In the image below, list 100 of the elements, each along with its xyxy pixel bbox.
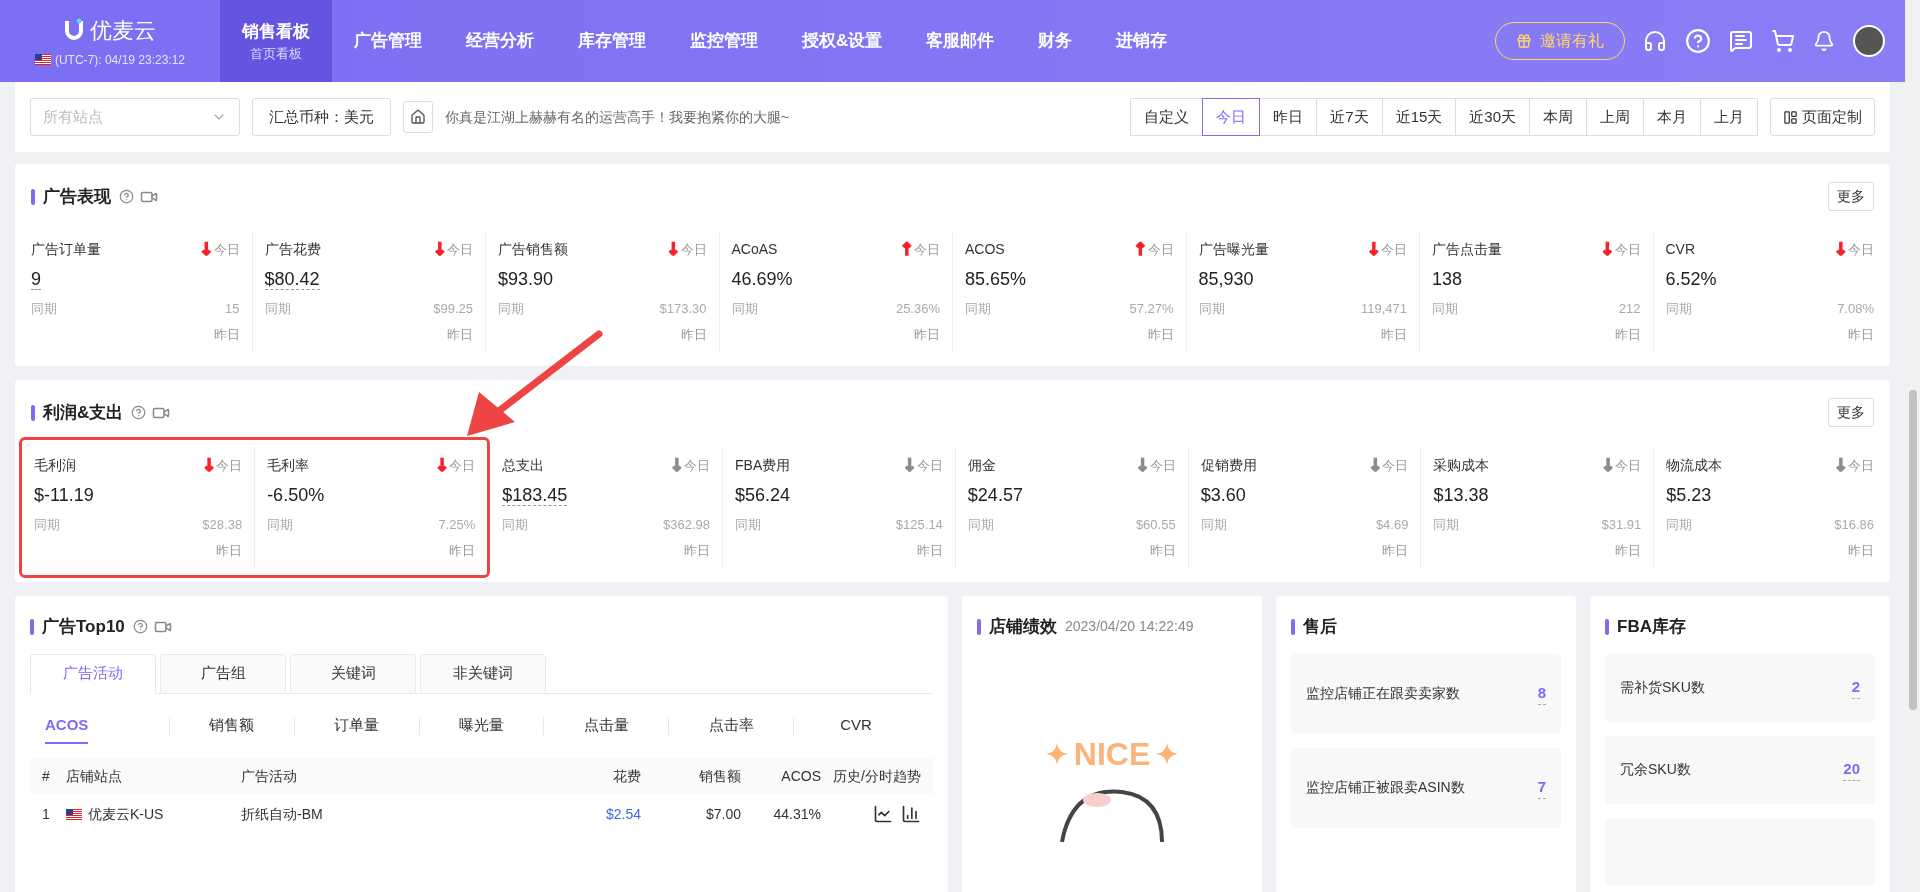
nav-tab[interactable]: 客服邮件 xyxy=(904,0,1017,82)
help-icon[interactable] xyxy=(131,405,147,420)
trend-arrow: ↓ xyxy=(1368,457,1383,474)
stat-label: 需补货SKU数 xyxy=(1620,678,1705,697)
compare-period: 昨日 xyxy=(1381,325,1407,344)
compare-value: $362.98 xyxy=(663,516,711,534)
metric-tab[interactable]: 点击量 xyxy=(583,707,629,744)
message-icon[interactable] xyxy=(1729,29,1753,53)
date-range-tab[interactable]: 今日 xyxy=(1202,98,1261,136)
table-tab[interactable]: 非关键词 xyxy=(420,653,546,694)
accent-bar xyxy=(31,188,35,205)
table-tab[interactable]: 广告组 xyxy=(160,653,286,694)
compare-value: $4.69 xyxy=(1375,516,1409,534)
accent-bar xyxy=(977,618,981,635)
nav-tab[interactable]: 库存管理 xyxy=(556,0,668,82)
metric-label: 广告销售额 xyxy=(498,240,568,259)
avatar[interactable] xyxy=(1853,25,1885,57)
nav-tab[interactable]: 经营分析 xyxy=(444,0,556,82)
us-flag-icon xyxy=(34,54,51,65)
stat-value[interactable]: 7 xyxy=(1537,775,1546,800)
date-range-tab[interactable]: 近30天 xyxy=(1455,98,1530,136)
stat-label: 冗余SKU数 xyxy=(1620,760,1691,779)
table-tab[interactable]: 广告活动 xyxy=(30,653,156,694)
period-label: 今日 xyxy=(1848,240,1874,259)
compare-period: 昨日 xyxy=(449,541,476,560)
metric-label: 毛利率 xyxy=(267,456,310,475)
stat-card[interactable]: 监控店铺正在跟卖卖家数 8 xyxy=(1291,653,1561,734)
trend-arrow: ↓ xyxy=(1601,457,1616,474)
scrollbar[interactable] xyxy=(1905,0,1920,892)
metric-tab[interactable]: 曝光量 xyxy=(459,707,504,744)
period-label: 今日 xyxy=(1614,240,1641,259)
stat-value[interactable]: 8 xyxy=(1537,681,1546,706)
nav-tab[interactable]: 授权&设置 xyxy=(780,0,905,82)
help-icon[interactable] xyxy=(132,619,148,635)
compare-value: $99.25 xyxy=(433,300,473,318)
date-range-tab[interactable]: 上周 xyxy=(1586,98,1644,136)
timezone-clock: (UTC-7): 04/19 23:23:12 xyxy=(54,51,186,69)
metric-label: 广告订单量 xyxy=(31,240,101,259)
date-range-tab[interactable]: 昨日 xyxy=(1259,98,1318,136)
trend-arrow: ↓ xyxy=(902,457,917,474)
metric-label: 促销费用 xyxy=(1200,456,1257,475)
compare-period: 昨日 xyxy=(1614,325,1641,344)
compare-value: $125.14 xyxy=(895,516,943,534)
compare-period: 昨日 xyxy=(213,325,240,344)
compare-label: 同期 xyxy=(1665,300,1692,318)
column-header: 销售额 xyxy=(698,766,741,786)
nav-tab[interactable]: 广告管理 xyxy=(332,0,444,82)
column-header: ACOS xyxy=(780,766,821,786)
compare-period: 昨日 xyxy=(1147,325,1174,344)
gift-icon xyxy=(1516,33,1532,49)
metric-tab[interactable]: 点击率 xyxy=(708,707,754,744)
compare-label: 同期 xyxy=(731,300,758,318)
stat-value[interactable]: 20 xyxy=(1843,757,1860,782)
stat-card[interactable]: 冗余SKU数 20 xyxy=(1605,735,1875,804)
nav-tab[interactable]: 监控管理 xyxy=(668,0,780,82)
metric-tab[interactable]: 销售额 xyxy=(209,707,255,744)
stat-value[interactable]: 2 xyxy=(1851,675,1860,700)
trend-arrow: ↓ xyxy=(432,241,447,258)
support-icon[interactable] xyxy=(1643,29,1667,53)
trend-arrow: ↓ xyxy=(1833,241,1848,258)
date-range-tab[interactable]: 近7天 xyxy=(1316,98,1383,136)
trend-arrow: ↓ xyxy=(1833,457,1849,474)
table-tab[interactable]: 关键词 xyxy=(290,653,416,694)
stat-card[interactable]: 需补货SKU数 2 xyxy=(1605,653,1875,722)
date-range-tab[interactable]: 上月 xyxy=(1700,98,1758,136)
nav-tab[interactable]: 财务 xyxy=(1016,0,1095,82)
nav-tab[interactable]: 销售看板 首页看板 xyxy=(220,0,332,82)
more-button[interactable]: 更多 xyxy=(1828,398,1874,427)
date-range-tab[interactable]: 本周 xyxy=(1529,98,1587,136)
trend-arrow: ↓ xyxy=(199,241,214,258)
date-range-tab[interactable]: 自定义 xyxy=(1130,98,1204,136)
column-header: 店铺站点 xyxy=(66,766,123,786)
metric-tab[interactable]: CVR xyxy=(840,707,872,744)
layout-icon xyxy=(1783,109,1798,125)
home-button[interactable] xyxy=(403,101,433,133)
period-label: 今日 xyxy=(447,240,473,259)
metric-tab[interactable]: ACOS xyxy=(45,707,89,744)
currency-button[interactable]: 汇总币种：美元 xyxy=(252,98,391,136)
metric-tab[interactable]: 订单量 xyxy=(334,707,380,744)
line-chart-icon[interactable] xyxy=(873,804,893,824)
date-range-tab[interactable]: 近15天 xyxy=(1381,98,1457,136)
nav-tab[interactable]: 进销存 xyxy=(1094,0,1190,82)
bell-icon[interactable] xyxy=(1813,30,1835,52)
customize-button[interactable]: 页面定制 xyxy=(1770,98,1875,136)
column-header: 花费 xyxy=(612,766,641,786)
table-cell-text: 1 xyxy=(42,804,51,824)
date-range-tab[interactable]: 本月 xyxy=(1643,98,1701,136)
sticker-text: NICE xyxy=(1073,734,1151,774)
table-cell-text: $7.00 xyxy=(704,804,741,824)
metric-label: 佣金 xyxy=(967,456,996,475)
cart-icon[interactable] xyxy=(1771,29,1795,53)
more-button[interactable]: 更多 xyxy=(1828,182,1874,211)
metric-label: 广告点击量 xyxy=(1432,240,1502,259)
help-icon[interactable] xyxy=(119,189,134,204)
compare-period: 昨日 xyxy=(914,325,940,344)
compare-value: $60.55 xyxy=(1135,516,1176,534)
metric-value: 138 xyxy=(1432,269,1463,289)
trend-arrow: ↓ xyxy=(435,457,450,474)
bar-chart-icon[interactable] xyxy=(901,804,921,824)
stat-card[interactable]: 监控店铺正被跟卖ASIN数 7 xyxy=(1291,747,1561,828)
